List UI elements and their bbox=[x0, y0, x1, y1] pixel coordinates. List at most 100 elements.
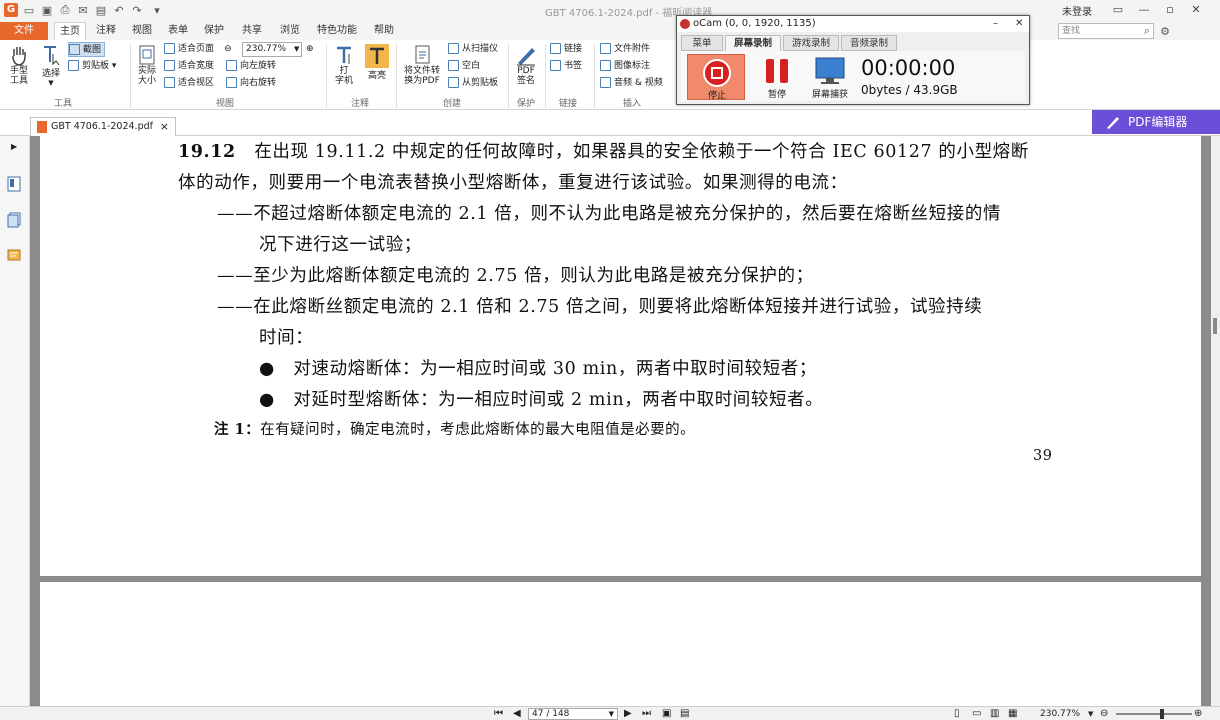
expand-panel-icon[interactable]: ▶ bbox=[11, 142, 17, 151]
print-icon[interactable]: ⎙ bbox=[58, 3, 72, 17]
tab-form[interactable]: 表单 bbox=[162, 22, 194, 40]
zoom-slider-handle[interactable] bbox=[1160, 709, 1164, 719]
bookmarks-panel-icon[interactable] bbox=[7, 176, 21, 192]
tab-home[interactable]: 主页 bbox=[54, 22, 86, 40]
first-page-icon[interactable]: ⏮ bbox=[494, 708, 503, 720]
zoom-input[interactable]: 230.77% bbox=[242, 42, 302, 57]
save-icon[interactable]: ▣ bbox=[40, 3, 54, 17]
tab-protect[interactable]: 保护 bbox=[198, 22, 230, 40]
page-number-input[interactable]: 47 / 148 ▼ bbox=[528, 708, 618, 720]
customize-toolbar-icon[interactable]: ▾ bbox=[150, 3, 164, 17]
text-select-icon bbox=[44, 46, 60, 66]
ocam-close-icon[interactable]: ✕ bbox=[1015, 16, 1023, 32]
zoom-menu-icon[interactable]: ▼ bbox=[1088, 708, 1093, 720]
bookmark-button[interactable]: 书签 bbox=[550, 59, 582, 74]
layout-single-icon[interactable]: ▯ bbox=[954, 708, 960, 720]
tab-browse[interactable]: 浏览 bbox=[274, 22, 306, 40]
title-bar: G ▭ ▣ ⎙ ✉ ▤ ↶ ↷ ▾ GBT 4706.1-2024.pdf - … bbox=[0, 0, 1220, 22]
undo-icon[interactable]: ↶ bbox=[112, 3, 126, 17]
layout-facing-icon[interactable]: ▥ bbox=[990, 708, 999, 720]
prev-page-icon[interactable]: ◀ bbox=[513, 708, 521, 720]
typewriter-button[interactable]: 打 字机 bbox=[330, 44, 358, 86]
tab-close-icon[interactable]: × bbox=[160, 118, 169, 136]
single-page-view-icon[interactable]: ▣ bbox=[662, 708, 671, 720]
from-scanner-button[interactable]: 从扫描仪 bbox=[448, 42, 498, 57]
zoom-in-status-icon[interactable]: ⊕ bbox=[1194, 708, 1202, 720]
last-page-icon[interactable]: ⏭ bbox=[642, 708, 651, 720]
hand-tool-button[interactable]: 手型 工具 bbox=[4, 44, 34, 86]
rotate-left-icon bbox=[226, 60, 237, 71]
pdf-sign-button[interactable]: PDF 签名 bbox=[512, 44, 540, 86]
next-page-icon[interactable]: ▶ bbox=[624, 708, 632, 720]
hand-icon bbox=[12, 47, 26, 66]
minimize-icon[interactable]: — bbox=[1136, 2, 1152, 18]
continuous-view-icon[interactable]: ▤ bbox=[680, 708, 689, 720]
screenshot-button[interactable]: 截图 bbox=[68, 42, 106, 57]
pdf-editor-button[interactable]: PDF编辑器 bbox=[1092, 110, 1220, 134]
bullet-text: 对延时型熔断体：为一相应时间或 2 min，两者中取时间较短者。 bbox=[293, 390, 824, 410]
select-dropdown-icon: ▼ bbox=[48, 79, 54, 87]
vertical-scrollbar[interactable] bbox=[1211, 136, 1220, 706]
from-clipboard-button[interactable]: 从剪贴板 bbox=[448, 76, 498, 91]
stop-button[interactable]: 停止 bbox=[687, 54, 745, 101]
menu-file[interactable]: 文件 bbox=[0, 22, 48, 40]
pause-button[interactable]: 暂停 bbox=[755, 54, 799, 100]
fit-page-button[interactable]: 适合页面 bbox=[164, 42, 214, 57]
tab-features[interactable]: 特色功能 bbox=[312, 22, 362, 40]
tab-comment[interactable]: 注释 bbox=[90, 22, 122, 40]
close-icon[interactable]: ✕ bbox=[1188, 2, 1204, 18]
rotate-left-button[interactable]: 向左旋转 bbox=[226, 59, 276, 74]
highlight-icon bbox=[365, 44, 389, 68]
ocam-minimize-icon[interactable]: – bbox=[993, 16, 998, 32]
pen-icon bbox=[1107, 117, 1119, 129]
ribbon-toggle-icon[interactable]: ▭ bbox=[1110, 2, 1126, 18]
tab-share[interactable]: 共享 bbox=[236, 22, 268, 40]
comments-panel-icon[interactable] bbox=[7, 248, 21, 264]
highlight-button[interactable]: 高亮 bbox=[362, 44, 392, 81]
blank-button[interactable]: 空白 bbox=[448, 59, 480, 74]
fit-width-button[interactable]: 适合宽度 bbox=[164, 59, 214, 74]
image-annot-button[interactable]: 图像标注 bbox=[600, 59, 650, 74]
rotate-right-button[interactable]: 向右旋转 bbox=[226, 76, 276, 91]
text-line: 况下进行这一试验； bbox=[259, 235, 422, 255]
zoom-in-icon[interactable]: ⊕ bbox=[306, 42, 314, 57]
zoom-out-icon[interactable]: ⊖ bbox=[224, 42, 232, 57]
actual-size-button[interactable]: 实际 大小 bbox=[134, 44, 160, 86]
link-button[interactable]: 链接 bbox=[550, 42, 582, 57]
ocam-tab-audio-record[interactable]: 音频录制 bbox=[841, 35, 897, 51]
tab-help[interactable]: 帮助 bbox=[368, 22, 400, 40]
tab-view[interactable]: 视图 bbox=[126, 22, 158, 40]
from-scanner-label: 从扫描仪 bbox=[462, 44, 499, 54]
zoom-dropdown-icon[interactable]: ▼ bbox=[294, 42, 299, 57]
new-doc-icon[interactable]: ▤ bbox=[94, 3, 108, 17]
layout-continuous-icon[interactable]: ▭ bbox=[972, 708, 981, 720]
redo-icon[interactable]: ↷ bbox=[130, 3, 144, 17]
ocam-tab-screen-record[interactable]: 屏幕录制 bbox=[725, 35, 781, 51]
scrollbar-thumb[interactable] bbox=[1213, 318, 1217, 334]
audio-video-button[interactable]: 音频 & 视频 bbox=[600, 76, 663, 91]
maximize-icon[interactable]: ▫ bbox=[1162, 2, 1178, 18]
document-viewport[interactable]: 19.12 在出现 19.11.2 中规定的任何故障时，如果器具的安全依赖于一个… bbox=[31, 136, 1211, 706]
zoom-slider[interactable] bbox=[1116, 713, 1192, 715]
ocam-tab-game-record[interactable]: 游戏录制 bbox=[783, 35, 839, 51]
search-icon[interactable]: ⌕ bbox=[1140, 24, 1154, 38]
settings-icon[interactable]: ⚙ bbox=[1158, 24, 1172, 38]
app-logo-icon: G bbox=[4, 3, 18, 17]
clipboard-button[interactable]: 剪贴板 ▾ bbox=[68, 59, 116, 74]
fit-view-button[interactable]: 适合视区 bbox=[164, 76, 214, 91]
document-tab[interactable]: GBT 4706.1-2024.pdf × bbox=[30, 117, 176, 136]
pages-panel-icon[interactable] bbox=[7, 212, 21, 228]
select-button[interactable]: 选择 ▼ bbox=[38, 44, 64, 87]
text-line: 时间： bbox=[259, 328, 314, 348]
open-folder-icon[interactable]: ▭ bbox=[22, 3, 36, 17]
screen-capture-button[interactable]: 屏幕捕获 bbox=[805, 54, 855, 100]
file-attach-button[interactable]: 文件附件 bbox=[600, 42, 650, 57]
zoom-out-status-icon[interactable]: ⊖ bbox=[1100, 708, 1108, 720]
convert-to-pdf-button[interactable]: 将文件转 换为PDF bbox=[400, 44, 444, 86]
email-icon[interactable]: ✉ bbox=[76, 3, 90, 17]
ocam-tab-menu[interactable]: 菜单 bbox=[681, 35, 723, 51]
text-line: ——不超过熔断体额定电流的 2.1 倍，则不认为此电路是被充分保护的，然后要在熔… bbox=[217, 204, 1002, 224]
page-dropdown-icon[interactable]: ▼ bbox=[609, 709, 614, 719]
layout-cover-icon[interactable]: ▦ bbox=[1008, 708, 1017, 720]
login-link[interactable]: 未登录 bbox=[1062, 3, 1092, 18]
